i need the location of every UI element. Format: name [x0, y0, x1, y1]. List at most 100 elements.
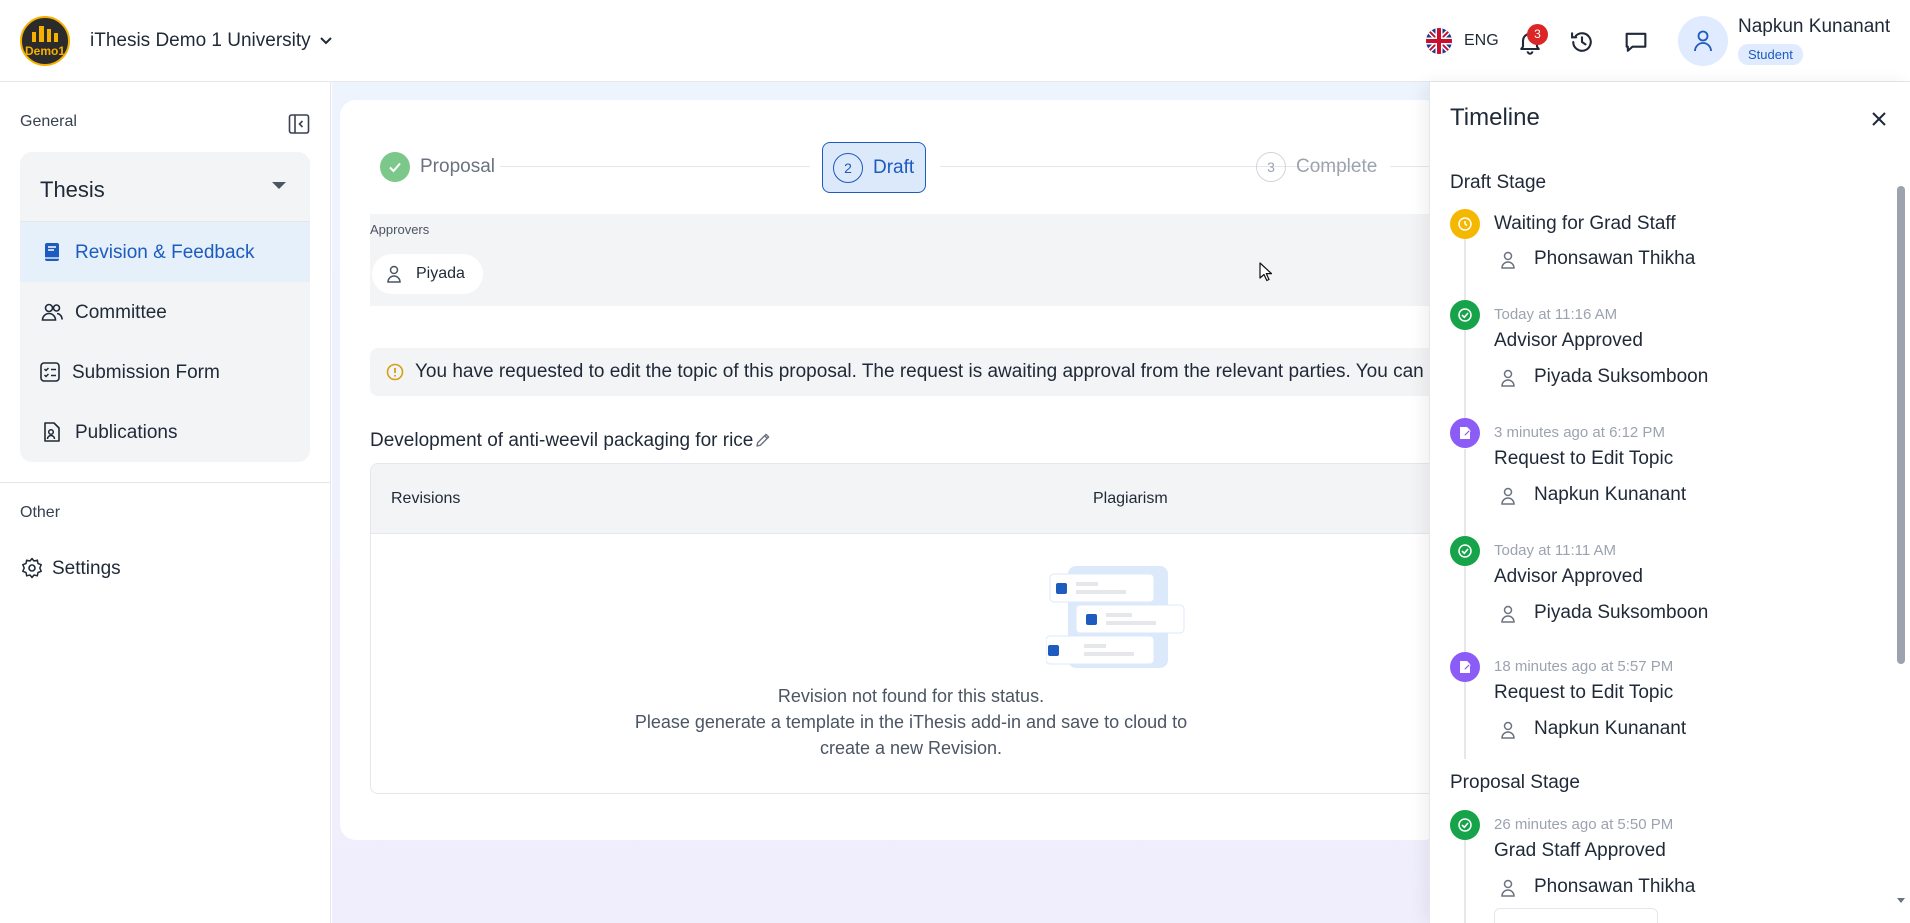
sidebar-item-publications[interactable]: Publications [20, 402, 310, 462]
empty-state-illustration [1046, 564, 1186, 674]
approver-chip[interactable]: Piyada [372, 254, 483, 294]
alert-message: You have requested to edit the topic of … [415, 361, 1440, 382]
collapse-sidebar-icon[interactable] [287, 112, 311, 136]
plagiarism-column-header: Plagiarism [1093, 490, 1168, 507]
empty-state-title: Revision not found for this status. [777, 686, 1045, 706]
timeline-event-time: 3 minutes ago at 6:12 PM [1494, 424, 1665, 441]
top-header: Demo1 iThesis Demo 1 University ENG 3 Na… [0, 0, 1910, 82]
sidebar-item-label: Submission Form [72, 362, 220, 383]
timeline-event-person: Napkun Kunanant [1494, 718, 1686, 740]
document-person-icon [40, 420, 64, 444]
sidebar: General Thesis Revision & Feedback Commi… [0, 82, 331, 923]
approved-check-icon [1450, 300, 1480, 330]
table-header-row: Revisions Plagiarism [371, 464, 1440, 534]
person-icon [1501, 369, 1515, 387]
step-draft-label: Draft [873, 157, 915, 178]
chat-icon[interactable] [1622, 28, 1650, 56]
proposal-stage-label: Proposal Stage [1450, 772, 1580, 793]
timeline-event-time: Today at 11:16 AM [1494, 306, 1618, 323]
thesis-nav-group: Thesis Revision & Feedback Committee Sub… [20, 152, 310, 462]
sidebar-item-label: Publications [75, 422, 178, 443]
approvers-section: Approvers Piyada [370, 214, 1440, 306]
revisions-column-header: Revisions [391, 490, 461, 507]
sidebar-item-settings[interactable]: Settings [0, 548, 330, 588]
timeline-event-time: 26 minutes ago at 5:50 PM [1494, 816, 1674, 833]
approved-check-icon [1450, 536, 1480, 566]
settings-label: Settings [52, 558, 121, 579]
thesis-group-header[interactable]: Thesis [20, 152, 310, 222]
university-logo[interactable]: Demo1 [20, 16, 70, 66]
thesis-card: Proposal 2 Draft 3 Complete Approvers Pi… [340, 100, 1440, 840]
history-icon[interactable] [1568, 28, 1596, 56]
timeline-connector [1464, 840, 1466, 923]
timeline-scroll-thumb[interactable] [1897, 186, 1905, 664]
person-icon [1501, 487, 1515, 505]
edit-topic-alert: You have requested to edit the topic of … [370, 348, 1440, 396]
warning-icon [386, 363, 404, 381]
sidebar-item-committee[interactable]: Committee [20, 282, 310, 342]
timeline-connector [1464, 682, 1466, 759]
chevron-down-icon[interactable] [318, 32, 334, 48]
other-section-label: Other [20, 504, 61, 521]
step-complete-label[interactable]: Complete [1296, 156, 1377, 178]
timeline-event-time: Today at 11:11 AM [1494, 542, 1617, 559]
general-section-label: General [20, 113, 77, 130]
uk-flag-icon[interactable] [1426, 28, 1452, 54]
organization-name[interactable]: iThesis Demo 1 University [90, 30, 311, 52]
timeline-event-person: Napkun Kunanant [1494, 484, 1686, 506]
step-complete-number[interactable]: 3 [1256, 152, 1286, 182]
timeline-event-status: Request to Edit Topic [1494, 682, 1674, 703]
pencil-edit-icon[interactable] [754, 431, 772, 449]
approved-check-icon [1450, 810, 1480, 840]
book-icon [40, 240, 64, 264]
checklist-icon [38, 360, 62, 384]
timeline-connector [1464, 566, 1466, 666]
gear-icon [20, 556, 44, 580]
step-draft-number: 2 [833, 153, 863, 183]
step-proposal-label[interactable]: Proposal [420, 156, 495, 178]
sidebar-item-submission-form[interactable]: Submission Form [20, 342, 310, 402]
timeline-event-person: Phonsawan Thikha [1494, 876, 1695, 898]
user-role-badge: Student [1738, 44, 1803, 65]
timeline-panel: Timeline Draft Stage Waiting for Grad St… [1429, 82, 1910, 923]
empty-state-message: create a new Revision. [819, 738, 1003, 758]
close-icon[interactable] [1866, 106, 1892, 132]
person-icon [1501, 605, 1515, 623]
timeline-attachment[interactable] [1494, 908, 1658, 923]
person-icon [1501, 251, 1515, 269]
user-avatar[interactable] [1678, 16, 1728, 66]
approvers-label: Approvers [370, 222, 430, 237]
scroll-down-arrow-icon[interactable] [1895, 894, 1907, 906]
timeline-event-person: Piyada Suksomboon [1494, 366, 1708, 388]
mouse-cursor-icon [1259, 262, 1273, 282]
sidebar-item-label: Revision & Feedback [75, 242, 255, 263]
step-proposal-done-icon[interactable] [380, 152, 410, 182]
edit-request-icon [1450, 652, 1480, 682]
language-label[interactable]: ENG [1464, 32, 1499, 50]
sidebar-item-label: Committee [75, 302, 167, 323]
draft-stage-label: Draft Stage [1450, 172, 1547, 193]
timeline-event-status: Waiting for Grad Staff [1494, 213, 1676, 234]
thesis-topic: Development of anti-weevil packaging for… [370, 430, 754, 451]
caret-down-icon[interactable] [272, 182, 286, 190]
person-icon [1501, 879, 1515, 897]
approver-name: Piyada [416, 265, 465, 282]
step-draft-active[interactable]: 2 Draft [822, 142, 926, 193]
edit-request-icon [1450, 418, 1480, 448]
logo-text: Demo1 [24, 44, 65, 58]
stepper-connector [500, 166, 810, 167]
timeline-event-status: Advisor Approved [1494, 566, 1643, 587]
user-name[interactable]: Napkun Kunanant [1738, 16, 1890, 38]
person-icon [1501, 721, 1515, 739]
stepper-connector [940, 166, 1355, 167]
timeline-event-person: Phonsawan Thikha [1494, 248, 1695, 270]
sidebar-divider [0, 482, 330, 483]
timeline-event-status: Grad Staff Approved [1494, 840, 1666, 861]
timeline-event-status: Advisor Approved [1494, 330, 1643, 351]
empty-state-message: Please generate a template in the iThesi… [634, 712, 1188, 732]
timeline-connector [1464, 330, 1466, 432]
revisions-table: Revisions Plagiarism Revision not found … [370, 463, 1440, 794]
timeline-event-status: Request to Edit Topic [1494, 448, 1674, 469]
timeline-title: Timeline [1450, 104, 1540, 131]
sidebar-item-revision-feedback[interactable]: Revision & Feedback [20, 222, 310, 282]
